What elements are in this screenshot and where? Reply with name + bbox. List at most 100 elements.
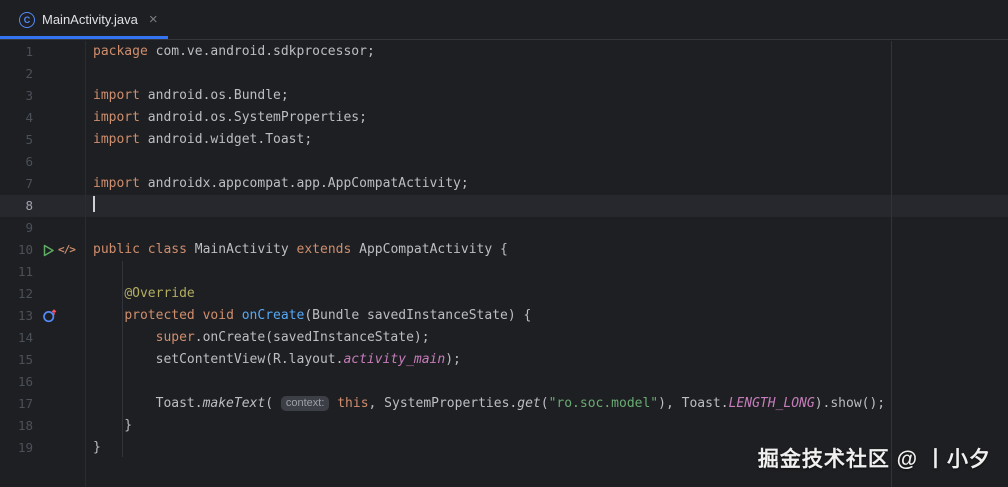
editor-lines: 1 package com.ve.android.sdkprocessor; 2 3 i… bbox=[0, 41, 1008, 459]
line-number[interactable]: 10 bbox=[0, 239, 33, 261]
line-gutter: 11 bbox=[0, 261, 93, 283]
line-number[interactable]: 17 bbox=[0, 393, 33, 415]
editor-line[interactable]: 10 </> public class MainActivity extends A… bbox=[0, 239, 1008, 261]
code-token: .onCreate(savedInstanceState); bbox=[194, 330, 430, 345]
editor-line[interactable]: 15 setContentView(R.layout.activity_main… bbox=[0, 349, 1008, 371]
editor-line[interactable]: 3 import android.os.Bundle; bbox=[0, 85, 1008, 107]
code-line[interactable]: package com.ve.android.sdkprocessor; bbox=[93, 41, 375, 63]
line-number[interactable]: 8 bbox=[0, 195, 33, 217]
override-icon[interactable] bbox=[42, 308, 58, 324]
code-editor[interactable]: 1 package com.ve.android.sdkprocessor; 2 3 i… bbox=[0, 41, 1008, 487]
close-icon[interactable]: × bbox=[149, 12, 158, 27]
editor-line[interactable]: 5 import android.widget.Toast; bbox=[0, 129, 1008, 151]
code-token: ), Toast. bbox=[658, 396, 729, 411]
parameter-name-hint: context: bbox=[280, 396, 330, 411]
code-token: ); bbox=[445, 352, 461, 367]
editor-line[interactable]: 6 bbox=[0, 151, 1008, 173]
code-token: AppCompatActivity { bbox=[351, 242, 508, 257]
editor-line[interactable]: 13 protected void onCreate(Bundle savedI… bbox=[0, 305, 1008, 327]
line-number[interactable]: 18 bbox=[0, 415, 33, 437]
code-token: public bbox=[93, 242, 140, 257]
line-number[interactable]: 4 bbox=[0, 107, 33, 129]
code-token: (Bundle savedInstanceState) { bbox=[304, 308, 532, 323]
line-number[interactable]: 3 bbox=[0, 85, 33, 107]
code-token: androidx.appcompat.app.AppCompatActivity… bbox=[139, 176, 469, 191]
code-token: void bbox=[202, 308, 234, 323]
line-number[interactable]: 13 bbox=[0, 305, 33, 327]
editor-line[interactable]: 16 bbox=[0, 371, 1008, 393]
line-gutter: 5 bbox=[0, 129, 93, 151]
line-gutter: 8 bbox=[0, 195, 93, 217]
editor-line[interactable]: 18 } bbox=[0, 415, 1008, 437]
line-gutter: 17 bbox=[0, 393, 93, 415]
editor-line[interactable]: 9 bbox=[0, 217, 1008, 239]
line-gutter: 4 bbox=[0, 107, 93, 129]
code-line[interactable]: @Override bbox=[93, 283, 195, 305]
java-class-icon: C bbox=[19, 11, 35, 28]
editor-line[interactable]: 17 Toast.makeText( context: this, System… bbox=[0, 393, 1008, 415]
line-number[interactable]: 9 bbox=[0, 217, 33, 239]
code-token: ( bbox=[540, 396, 549, 411]
code-line[interactable]: } bbox=[93, 415, 132, 437]
editor-line[interactable]: 4 import android.os.SystemProperties; bbox=[0, 107, 1008, 129]
editor-line[interactable]: 12 @Override bbox=[0, 283, 1008, 305]
line-number[interactable]: 2 bbox=[0, 63, 33, 85]
line-gutter: 7 bbox=[0, 173, 93, 195]
editor-line[interactable]: 11 bbox=[0, 261, 1008, 283]
code-line[interactable]: protected void onCreate(Bundle savedInst… bbox=[93, 305, 531, 327]
code-token: onCreate bbox=[241, 308, 305, 323]
tab-mainactivity-java[interactable]: C MainActivity.java × bbox=[0, 0, 168, 39]
line-gutter: 18 bbox=[0, 415, 93, 437]
code-line[interactable]: import android.widget.Toast; bbox=[93, 129, 312, 151]
code-line[interactable]: } bbox=[93, 437, 101, 459]
line-number[interactable]: 19 bbox=[0, 437, 33, 459]
line-number[interactable]: 12 bbox=[0, 283, 33, 305]
line-number[interactable]: 15 bbox=[0, 349, 33, 371]
code-line[interactable]: Toast.makeText( context: this, SystemPro… bbox=[93, 393, 885, 415]
code-line[interactable]: import androidx.appcompat.app.AppCompatA… bbox=[93, 173, 469, 195]
line-number[interactable]: 7 bbox=[0, 173, 33, 195]
code-token: super bbox=[155, 330, 195, 345]
line-number[interactable]: 6 bbox=[0, 151, 33, 173]
line-gutter: 1 bbox=[0, 41, 93, 63]
line-gutter: 14 bbox=[0, 327, 93, 349]
active-tab-underline bbox=[0, 36, 168, 39]
line-number[interactable]: 16 bbox=[0, 371, 33, 393]
code-line[interactable]: import android.os.SystemProperties; bbox=[93, 107, 367, 129]
code-line[interactable]: setContentView(R.layout.activity_main); bbox=[93, 349, 461, 371]
code-token: android.widget.Toast; bbox=[139, 132, 313, 147]
code-token: "ro.soc.model" bbox=[548, 396, 659, 411]
line-number[interactable]: 14 bbox=[0, 327, 33, 349]
line-number[interactable]: 11 bbox=[0, 261, 33, 283]
code-token: import bbox=[93, 176, 140, 191]
editor-line[interactable]: 7 import androidx.appcompat.app.AppCompat… bbox=[0, 173, 1008, 195]
code-line[interactable] bbox=[93, 195, 95, 217]
code-token: import bbox=[93, 88, 140, 103]
code-token: , SystemProperties. bbox=[368, 396, 518, 411]
line-gutter: 16 bbox=[0, 371, 93, 393]
code-token: protected bbox=[124, 308, 195, 323]
line-number[interactable]: 5 bbox=[0, 129, 33, 151]
code-line[interactable]: public class MainActivity extends AppCom… bbox=[93, 239, 508, 261]
code-line[interactable]: super.onCreate(savedInstanceState); bbox=[93, 327, 430, 349]
line-gutter: 13 bbox=[0, 305, 93, 327]
code-tag-icon[interactable]: </> bbox=[58, 239, 76, 261]
line-number[interactable]: 1 bbox=[0, 41, 33, 63]
line-gutter: 15 bbox=[0, 349, 93, 371]
code-line[interactable]: import android.os.Bundle; bbox=[93, 85, 289, 107]
editor-line[interactable]: 8 bbox=[0, 195, 1008, 217]
code-token: class bbox=[147, 242, 187, 257]
code-token: activity_main bbox=[343, 352, 446, 367]
editor-line[interactable]: 1 package com.ve.android.sdkprocessor; bbox=[0, 41, 1008, 63]
code-token: } bbox=[93, 418, 133, 433]
code-token: this bbox=[337, 396, 369, 411]
code-token: @Override bbox=[124, 286, 195, 301]
editor-line[interactable]: 14 super.onCreate(savedInstanceState); bbox=[0, 327, 1008, 349]
run-icon[interactable] bbox=[42, 244, 55, 257]
line-gutter: 3 bbox=[0, 85, 93, 107]
editor-line[interactable]: 2 bbox=[0, 63, 1008, 85]
